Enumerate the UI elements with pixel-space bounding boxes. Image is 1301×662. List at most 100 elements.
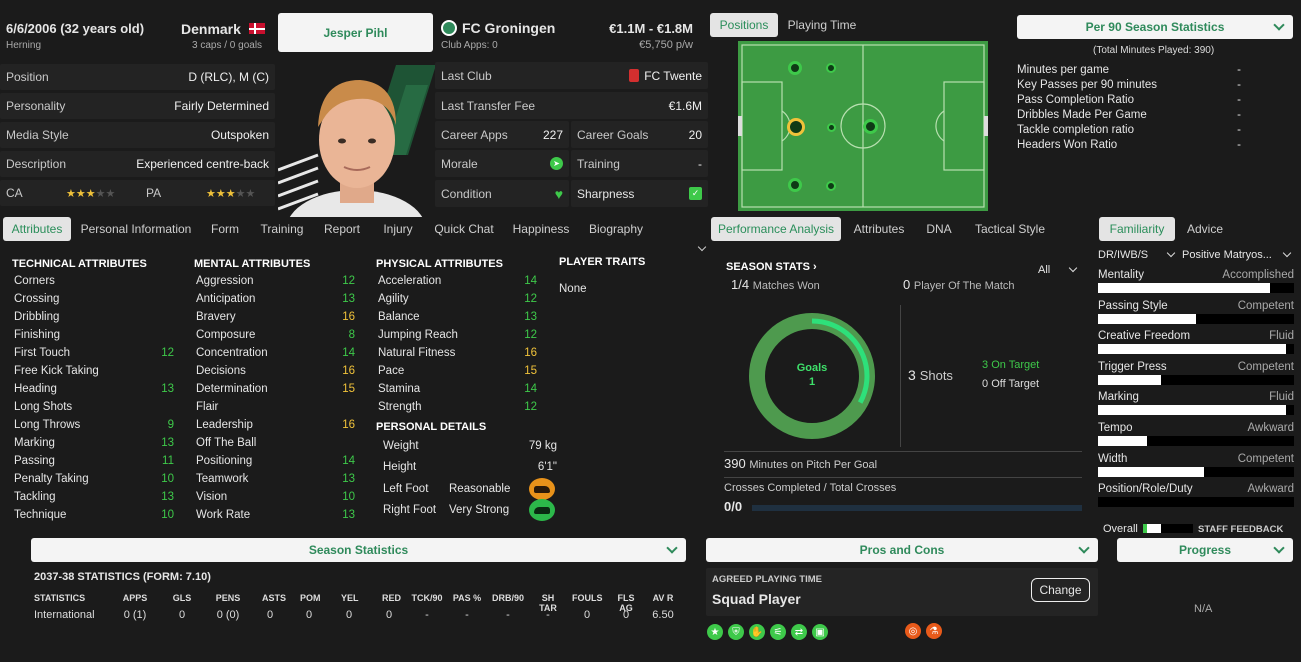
pa-label: PA [146,186,162,200]
attribute-row[interactable]: Finishing [14,329,174,341]
tab-advice[interactable]: Advice [1180,217,1230,241]
attribute-row[interactable]: Technique 10 [14,509,174,521]
staff-feedback-link[interactable]: STAFF FEEDBACK [1198,524,1283,535]
transfer-fee-label: Last Transfer Fee [441,98,536,113]
stats-column-header[interactable]: POM [300,593,321,603]
attribute-name: Teamwork [196,473,249,485]
attribute-row[interactable]: Positioning 14 [196,455,355,467]
season-statistics-dropdown[interactable]: Season Statistics [31,538,686,562]
attribute-row[interactable]: Flair [196,401,355,413]
stats-column-header[interactable]: PAS % [452,593,482,603]
tab-happiness[interactable]: Happiness [510,217,572,241]
tab-biography[interactable]: Biography [585,217,647,241]
attribute-row[interactable]: Natural Fitness 16 [378,347,537,359]
tab-report[interactable]: Report [320,217,364,241]
attribute-row[interactable]: Strength 12 [378,401,537,413]
last-club-label: Last Club [441,68,492,83]
attribute-value: 10 [161,473,174,485]
attribute-row[interactable]: Marking 13 [14,437,174,449]
attribute-row[interactable]: Balance 13 [378,311,537,323]
attribute-row[interactable]: Teamwork 13 [196,473,355,485]
attribute-row[interactable]: Decisions 16 [196,365,355,377]
per90-label: Minutes per game [1017,64,1110,76]
tab-performance-analysis[interactable]: Performance Analysis [711,217,841,241]
season-stats-filter[interactable]: All [1032,260,1082,280]
attribute-row[interactable]: Penalty Taking 10 [14,473,174,485]
last-club-value[interactable]: FC Twente [644,69,702,83]
chevron-down-icon [1273,19,1285,31]
chevron-down-icon[interactable] [697,242,707,252]
change-button[interactable]: Change [1031,578,1090,602]
tab-training[interactable]: Training [256,217,308,241]
stats-column-header[interactable]: AV R [648,593,678,603]
attribute-row[interactable]: Off The Ball [196,437,355,449]
familiarity-bar [1098,283,1294,293]
attribute-row[interactable]: Passing 11 [14,455,174,467]
attribute-name: Corners [14,275,55,287]
attribute-row[interactable]: Work Rate 13 [196,509,355,521]
tab-injury[interactable]: Injury [378,217,418,241]
attribute-row[interactable]: Vision 10 [196,491,355,503]
stats-column-header[interactable]: APPS [122,593,148,603]
season-stats-title[interactable]: SEASON STATS › [726,261,817,273]
attribute-row[interactable]: Determination 15 [196,383,355,395]
attribute-row[interactable]: Dribbling [14,311,174,323]
attribute-row[interactable]: Anticipation 13 [196,293,355,305]
attribute-row[interactable]: Bravery 16 [196,311,355,323]
attribute-row[interactable]: Long Shots [14,401,174,413]
stats-column-header[interactable]: GLS [172,593,192,603]
tab-playing-time[interactable]: Playing Time [784,13,860,37]
tab-positions[interactable]: Positions [710,13,778,37]
tab-dna[interactable]: DNA [922,217,956,241]
heart-icon: ♥ [554,185,563,202]
position-dot [788,178,802,192]
tab-form[interactable]: Form [205,217,245,241]
per90-dropdown[interactable]: Per 90 Season Statistics [1017,15,1293,39]
per90-value: - [1237,94,1241,106]
attribute-row[interactable]: Concentration 14 [196,347,355,359]
attribute-row[interactable]: Acceleration 14 [378,275,537,287]
attribute-name: Heading [14,383,57,395]
stats-column-header[interactable]: FOULS [572,593,603,603]
stats-column-header[interactable]: PENS [214,593,242,603]
attribute-row[interactable]: Composure 8 [196,329,355,341]
stats-column-header[interactable]: YEL [341,593,359,603]
attribute-row[interactable]: Leadership 16 [196,419,355,431]
attribute-row[interactable]: Corners [14,275,174,287]
attribute-row[interactable]: Long Throws 9 [14,419,174,431]
tab-quick-chat[interactable]: Quick Chat [430,217,498,241]
attribute-row[interactable]: Jumping Reach 12 [378,329,537,341]
attribute-row[interactable]: Aggression 12 [196,275,355,287]
attribute-row[interactable]: First Touch 12 [14,347,174,359]
attribute-row[interactable]: Free Kick Taking [14,365,174,377]
stats-column-header[interactable]: DRB/90 [490,593,526,603]
player-name-button[interactable]: Jesper Pihl [278,13,433,52]
attribute-name: Determination [196,383,268,395]
attribute-row[interactable]: Stamina 14 [378,383,537,395]
pros-cons-dropdown[interactable]: Pros and Cons [706,538,1098,562]
nation-name[interactable]: Denmark [181,21,241,37]
potm-label: Player Of The Match [913,280,1015,292]
attribute-row[interactable]: Heading 13 [14,383,174,395]
pros-cons-title: Pros and Cons [859,543,945,557]
stats-column-header[interactable]: RED [382,593,401,603]
tab-familiarity[interactable]: Familiarity [1099,217,1175,241]
pa-stars: ★★★★★ [206,186,255,200]
progress-dropdown[interactable]: Progress [1117,538,1293,562]
attribute-row[interactable]: Agility 12 [378,293,537,305]
role-select[interactable]: DR/IWB/S [1098,246,1176,264]
tab-perf-attributes[interactable]: Attributes [848,217,910,241]
attribute-row[interactable]: Tackling 13 [14,491,174,503]
tactic-value: Positive Matryos... [1182,249,1272,261]
attribute-row[interactable]: Pace 15 [378,365,537,377]
stats-column-header[interactable]: ASTS [262,593,286,603]
tactic-select[interactable]: Positive Matryos... [1182,246,1292,264]
stats-cell: 0 [305,609,313,621]
club-name[interactable]: FC Groningen [462,20,555,36]
tab-attributes[interactable]: Attributes [3,217,71,241]
attribute-row[interactable]: Crossing [14,293,174,305]
tab-personal-information[interactable]: Personal Information [80,217,192,241]
stats-column-header[interactable]: TCK/90 [410,593,444,603]
stats-column-header[interactable]: STATISTICS [34,593,114,603]
tab-tactical-style[interactable]: Tactical Style [970,217,1050,241]
